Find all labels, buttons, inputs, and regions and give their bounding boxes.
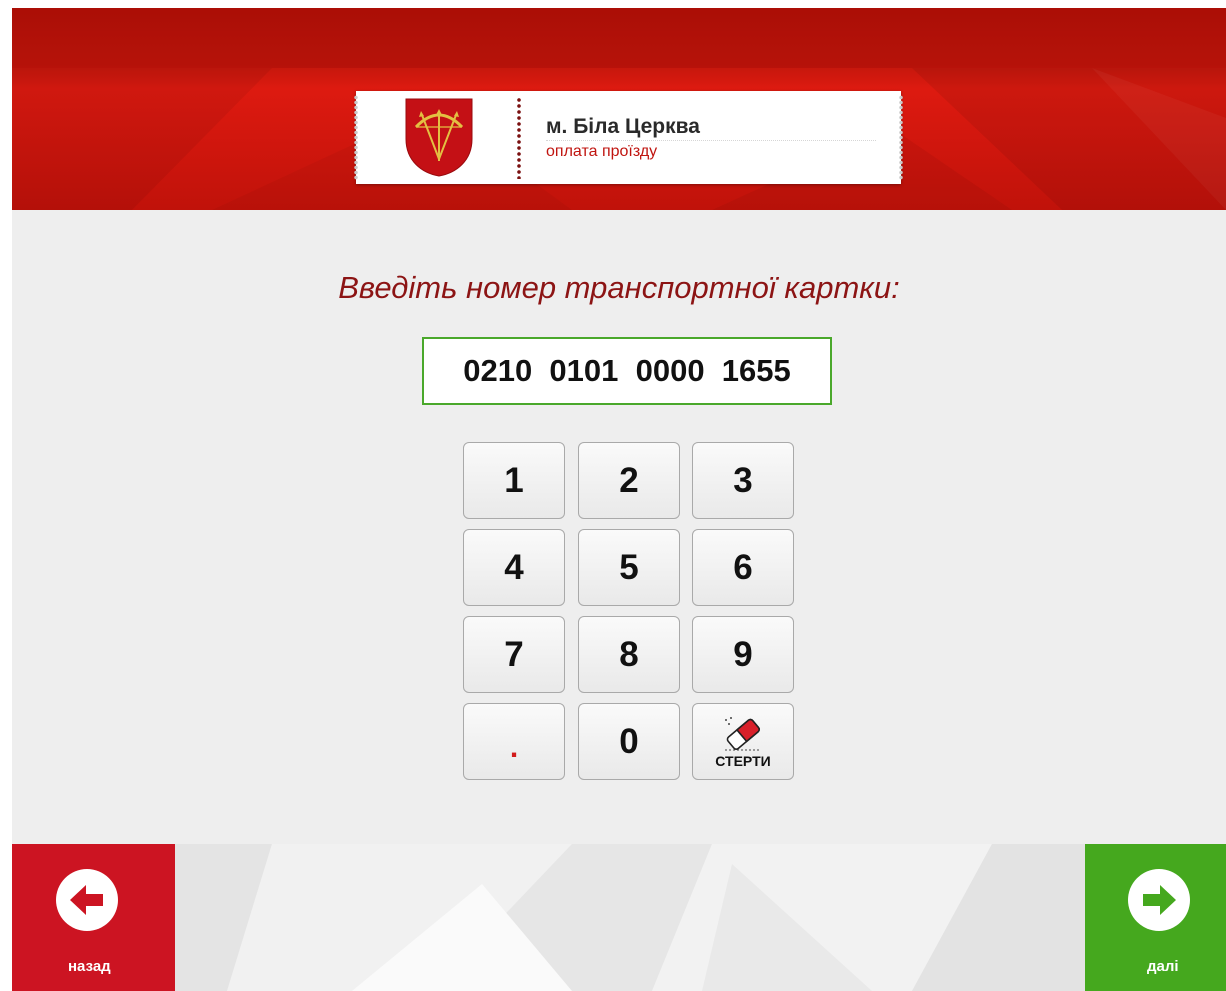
service-name: оплата проїзду xyxy=(546,143,658,160)
erase-button[interactable]: СТЕРТИ xyxy=(692,703,794,780)
footer: назад далі xyxy=(12,844,1226,991)
card-number-prompt: Введіть номер транспортної картки: xyxy=(338,270,900,305)
arrow-right-icon xyxy=(1128,869,1190,931)
kiosk-screen: м. Біла Церква оплата проїзду Введіть но… xyxy=(12,8,1226,991)
key-4[interactable]: 4 xyxy=(463,529,565,606)
next-label: далі xyxy=(1147,958,1179,975)
ticket-divider xyxy=(546,140,876,141)
ticket-perforation-middle xyxy=(517,97,521,179)
header: м. Біла Церква оплата проїзду xyxy=(12,8,1226,210)
city-ticket: м. Біла Церква оплата проїзду xyxy=(353,91,904,184)
coat-of-arms-icon xyxy=(405,98,473,177)
key-3[interactable]: 3 xyxy=(692,442,794,519)
erase-label: СТЕРТИ xyxy=(715,753,771,769)
next-button[interactable]: далі xyxy=(1085,844,1226,991)
key-1[interactable]: 1 xyxy=(463,442,565,519)
key-7[interactable]: 7 xyxy=(463,616,565,693)
key-6[interactable]: 6 xyxy=(692,529,794,606)
back-button[interactable]: назад xyxy=(12,844,175,991)
ticket-perforation-left xyxy=(353,95,359,180)
city-name: м. Біла Церква xyxy=(546,115,700,138)
card-number-input[interactable]: 0210 0101 0000 1655 xyxy=(422,337,832,405)
key-5[interactable]: 5 xyxy=(578,529,680,606)
key-8[interactable]: 8 xyxy=(578,616,680,693)
key-9[interactable]: 9 xyxy=(692,616,794,693)
ticket-perforation-right xyxy=(898,95,904,180)
key-2[interactable]: 2 xyxy=(578,442,680,519)
key-dot-label: . xyxy=(509,730,519,764)
back-label: назад xyxy=(68,958,111,975)
arrow-left-icon xyxy=(56,869,118,931)
key-dot[interactable]: . xyxy=(463,703,565,780)
key-0[interactable]: 0 xyxy=(578,703,680,780)
eraser-icon xyxy=(725,717,761,751)
